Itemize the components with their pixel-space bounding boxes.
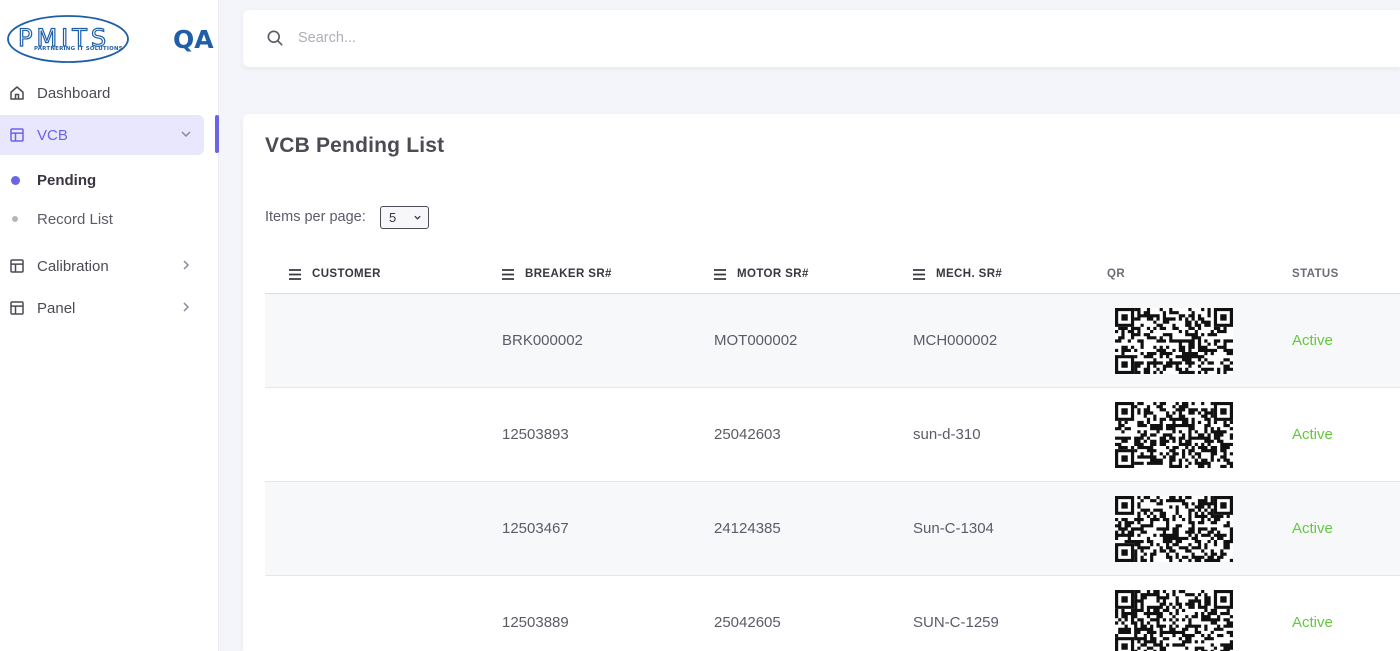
column-menu-icon[interactable] xyxy=(289,268,301,280)
home-icon xyxy=(10,86,24,100)
table-row[interactable]: 12503889 25042605 SUN-C-1259 Active xyxy=(265,576,1400,651)
column-header-customer[interactable]: CUSTOMER xyxy=(289,268,381,280)
cell-status: Active xyxy=(1292,426,1333,443)
cell-status: Active xyxy=(1292,614,1333,631)
cell-breaker-sr: 12503893 xyxy=(502,426,569,443)
column-menu-icon[interactable] xyxy=(502,268,514,280)
cell-motor-sr: 24124385 xyxy=(714,520,781,537)
items-per-page-value: 5 xyxy=(389,210,397,225)
layout-icon xyxy=(10,259,24,273)
qr-code-icon[interactable] xyxy=(1115,402,1233,468)
cell-mech-sr: Sun-C-1304 xyxy=(913,520,994,537)
cell-mech-sr: MCH000002 xyxy=(913,332,998,349)
sidebar-item-label: Calibration xyxy=(37,257,109,275)
sidebar-subitem-label: Pending xyxy=(37,171,97,189)
cell-status: Active xyxy=(1292,520,1333,537)
column-menu-icon[interactable] xyxy=(913,268,925,280)
logo-tagline: PARTNERING IT SOLUTIONS xyxy=(34,46,123,52)
items-per-page-label: Items per page: xyxy=(265,209,366,225)
column-header-label: MOTOR SR# xyxy=(737,268,809,280)
table-header: CUSTOMER BREAKER SR# MOTOR SR# MECH. SR#… xyxy=(265,254,1400,294)
column-header-label: BREAKER SR# xyxy=(525,268,612,280)
sidebar-subitem-pending[interactable]: Pending xyxy=(0,165,204,195)
sidebar-item-calibration[interactable]: Calibration xyxy=(0,246,204,286)
sidebar-item-dashboard[interactable]: Dashboard xyxy=(0,73,204,113)
cell-mech-sr: SUN-C-1259 xyxy=(913,614,999,631)
cell-breaker-sr: 12503467 xyxy=(502,520,569,537)
table-row[interactable]: 12503893 25042603 sun-d-310 Active xyxy=(265,388,1400,482)
env-label: QA xyxy=(173,25,214,54)
sidebar-item-label: Panel xyxy=(37,299,76,317)
bullet-icon xyxy=(12,216,18,222)
qr-code-icon[interactable] xyxy=(1115,590,1233,651)
chevron-right-icon xyxy=(183,302,190,312)
column-header-label: MECH. SR# xyxy=(936,268,1003,280)
column-header-breaker[interactable]: BREAKER SR# xyxy=(502,268,612,280)
table-row[interactable]: BRK000002 MOT000002 MCH000002 Active xyxy=(265,294,1400,388)
sidebar-item-vcb[interactable]: VCB xyxy=(0,115,204,155)
column-header-label: CUSTOMER xyxy=(312,268,381,280)
column-header-mech[interactable]: MECH. SR# xyxy=(913,268,1002,280)
cell-motor-sr: 25042603 xyxy=(714,426,781,443)
layout-icon xyxy=(10,128,24,142)
chevron-down-icon xyxy=(181,131,191,138)
active-indicator xyxy=(215,115,219,153)
sidebar-item-label: Dashboard xyxy=(37,84,111,102)
brand-logo[interactable]: PMITS PARTNERING IT SOLUTIONS QA xyxy=(6,13,216,65)
cell-mech-sr: sun-d-310 xyxy=(913,426,981,443)
layout-icon xyxy=(10,301,24,315)
chevron-down-icon xyxy=(414,215,421,220)
sidebar-item-panel[interactable]: Panel xyxy=(0,288,204,328)
cell-breaker-sr: BRK000002 xyxy=(502,332,583,349)
qr-code-icon[interactable] xyxy=(1115,308,1233,374)
items-per-page-select[interactable]: 5 xyxy=(380,206,429,229)
sidebar-item-label: VCB xyxy=(37,126,68,144)
cell-motor-sr: MOT000002 xyxy=(714,332,798,349)
column-header-motor[interactable]: MOTOR SR# xyxy=(714,268,809,280)
column-header-label: QR xyxy=(1107,268,1126,280)
sidebar: PMITS PARTNERING IT SOLUTIONS QA Dashboa… xyxy=(0,0,219,651)
page-title: VCB Pending List xyxy=(265,134,445,157)
pending-list-card: VCB Pending List Items per page: 5 CUSTO… xyxy=(243,114,1400,651)
top-search-bar xyxy=(243,10,1400,67)
sidebar-subitem-label: Record List xyxy=(37,210,113,228)
column-header-status: STATUS xyxy=(1292,268,1339,280)
bullet-icon xyxy=(11,175,20,185)
column-header-label: STATUS xyxy=(1292,268,1339,280)
table-row[interactable]: 12503467 24124385 Sun-C-1304 Active xyxy=(265,482,1400,576)
sidebar-subitem-record-list[interactable]: Record List xyxy=(0,204,204,234)
column-menu-icon[interactable] xyxy=(714,268,726,280)
cell-status: Active xyxy=(1292,332,1333,349)
cell-breaker-sr: 12503889 xyxy=(502,614,569,631)
chevron-right-icon xyxy=(183,260,190,270)
column-header-qr: QR xyxy=(1107,268,1125,280)
pmits-logo-icon: PMITS xyxy=(7,15,129,63)
cell-motor-sr: 25042605 xyxy=(714,614,781,631)
qr-code-icon[interactable] xyxy=(1115,496,1233,562)
search-icon[interactable] xyxy=(265,28,285,48)
search-input[interactable] xyxy=(298,25,898,51)
